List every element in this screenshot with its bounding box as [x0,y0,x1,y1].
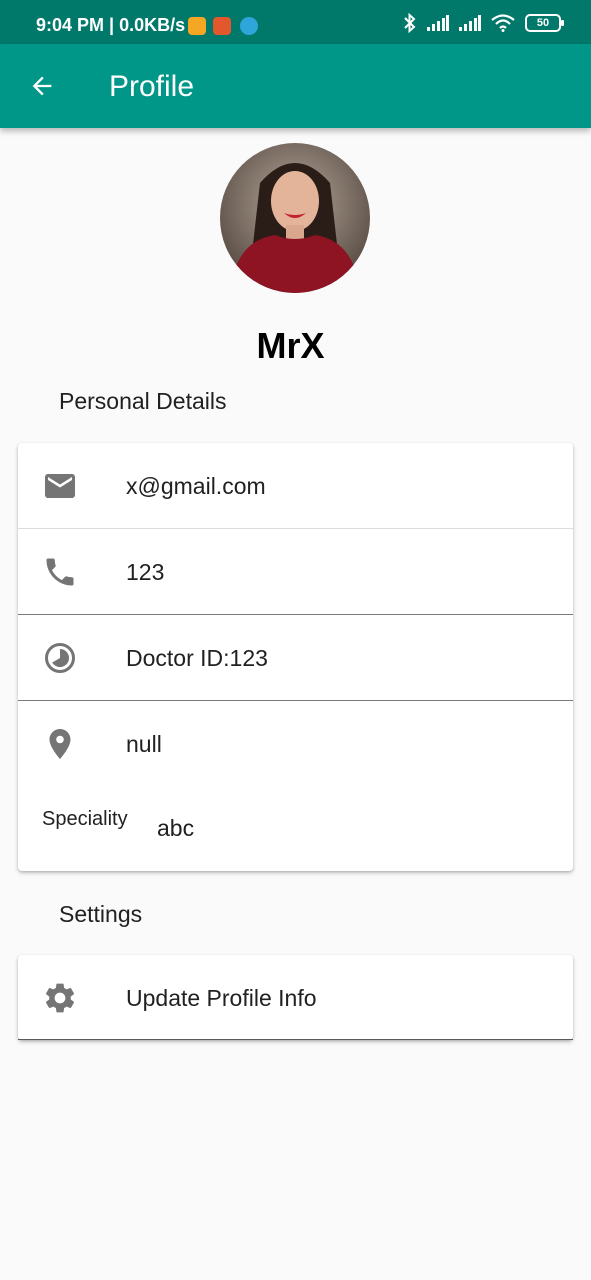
speciality-label: Speciality [42,808,128,830]
app-bar: Profile [0,44,591,128]
email-row[interactable]: x@gmail.com [18,443,573,528]
settings-heading: Settings [59,901,143,927]
location-pin-icon [49,729,71,759]
doctor-id-row[interactable]: Doctor ID:123 [18,615,573,700]
email-icon [45,474,75,498]
avatar [220,143,370,293]
location-text: null [126,731,162,757]
status-icons: 50 [403,13,564,33]
profile-photo [220,143,370,293]
speciality-value: abc [157,815,195,841]
signal-icon [459,15,481,31]
phone-row[interactable]: 123 [18,529,573,614]
back-button[interactable] [22,66,62,106]
phone-text: 123 [126,559,165,585]
bluetooth-icon [404,13,416,33]
update-profile-text: Update Profile Info [126,985,317,1011]
email-text: x@gmail.com [126,473,266,499]
speciality-row: Speciality abc [18,786,573,871]
status-time: 9:04 PM | 0.0KB/s [36,15,186,35]
update-profile-row[interactable]: Update Profile Info [18,955,573,1040]
arrow-back-icon [32,76,52,96]
wifi-icon [491,14,515,32]
settings-card: Update Profile Info [18,955,573,1040]
profile-name: MrX [256,325,325,366]
notification-app-icon [188,17,206,35]
telegram-icon [240,17,258,35]
phone-icon [46,558,74,586]
clock-icon [45,643,75,673]
gear-icon [45,983,75,1013]
notification-app-icon [213,17,231,35]
personal-details-card: x@gmail.com 123 Doctor ID:123 null Speci… [18,443,573,871]
location-row[interactable]: null [18,701,573,786]
battery-icon: 50 [525,14,564,32]
status-bar: 9:04 PM | 0.0KB/s 50 [0,0,591,44]
personal-details-heading: Personal Details [59,388,227,414]
doctor-id-text: Doctor ID:123 [126,645,268,671]
page-title: Profile [109,70,195,103]
signal-icon [427,15,449,31]
